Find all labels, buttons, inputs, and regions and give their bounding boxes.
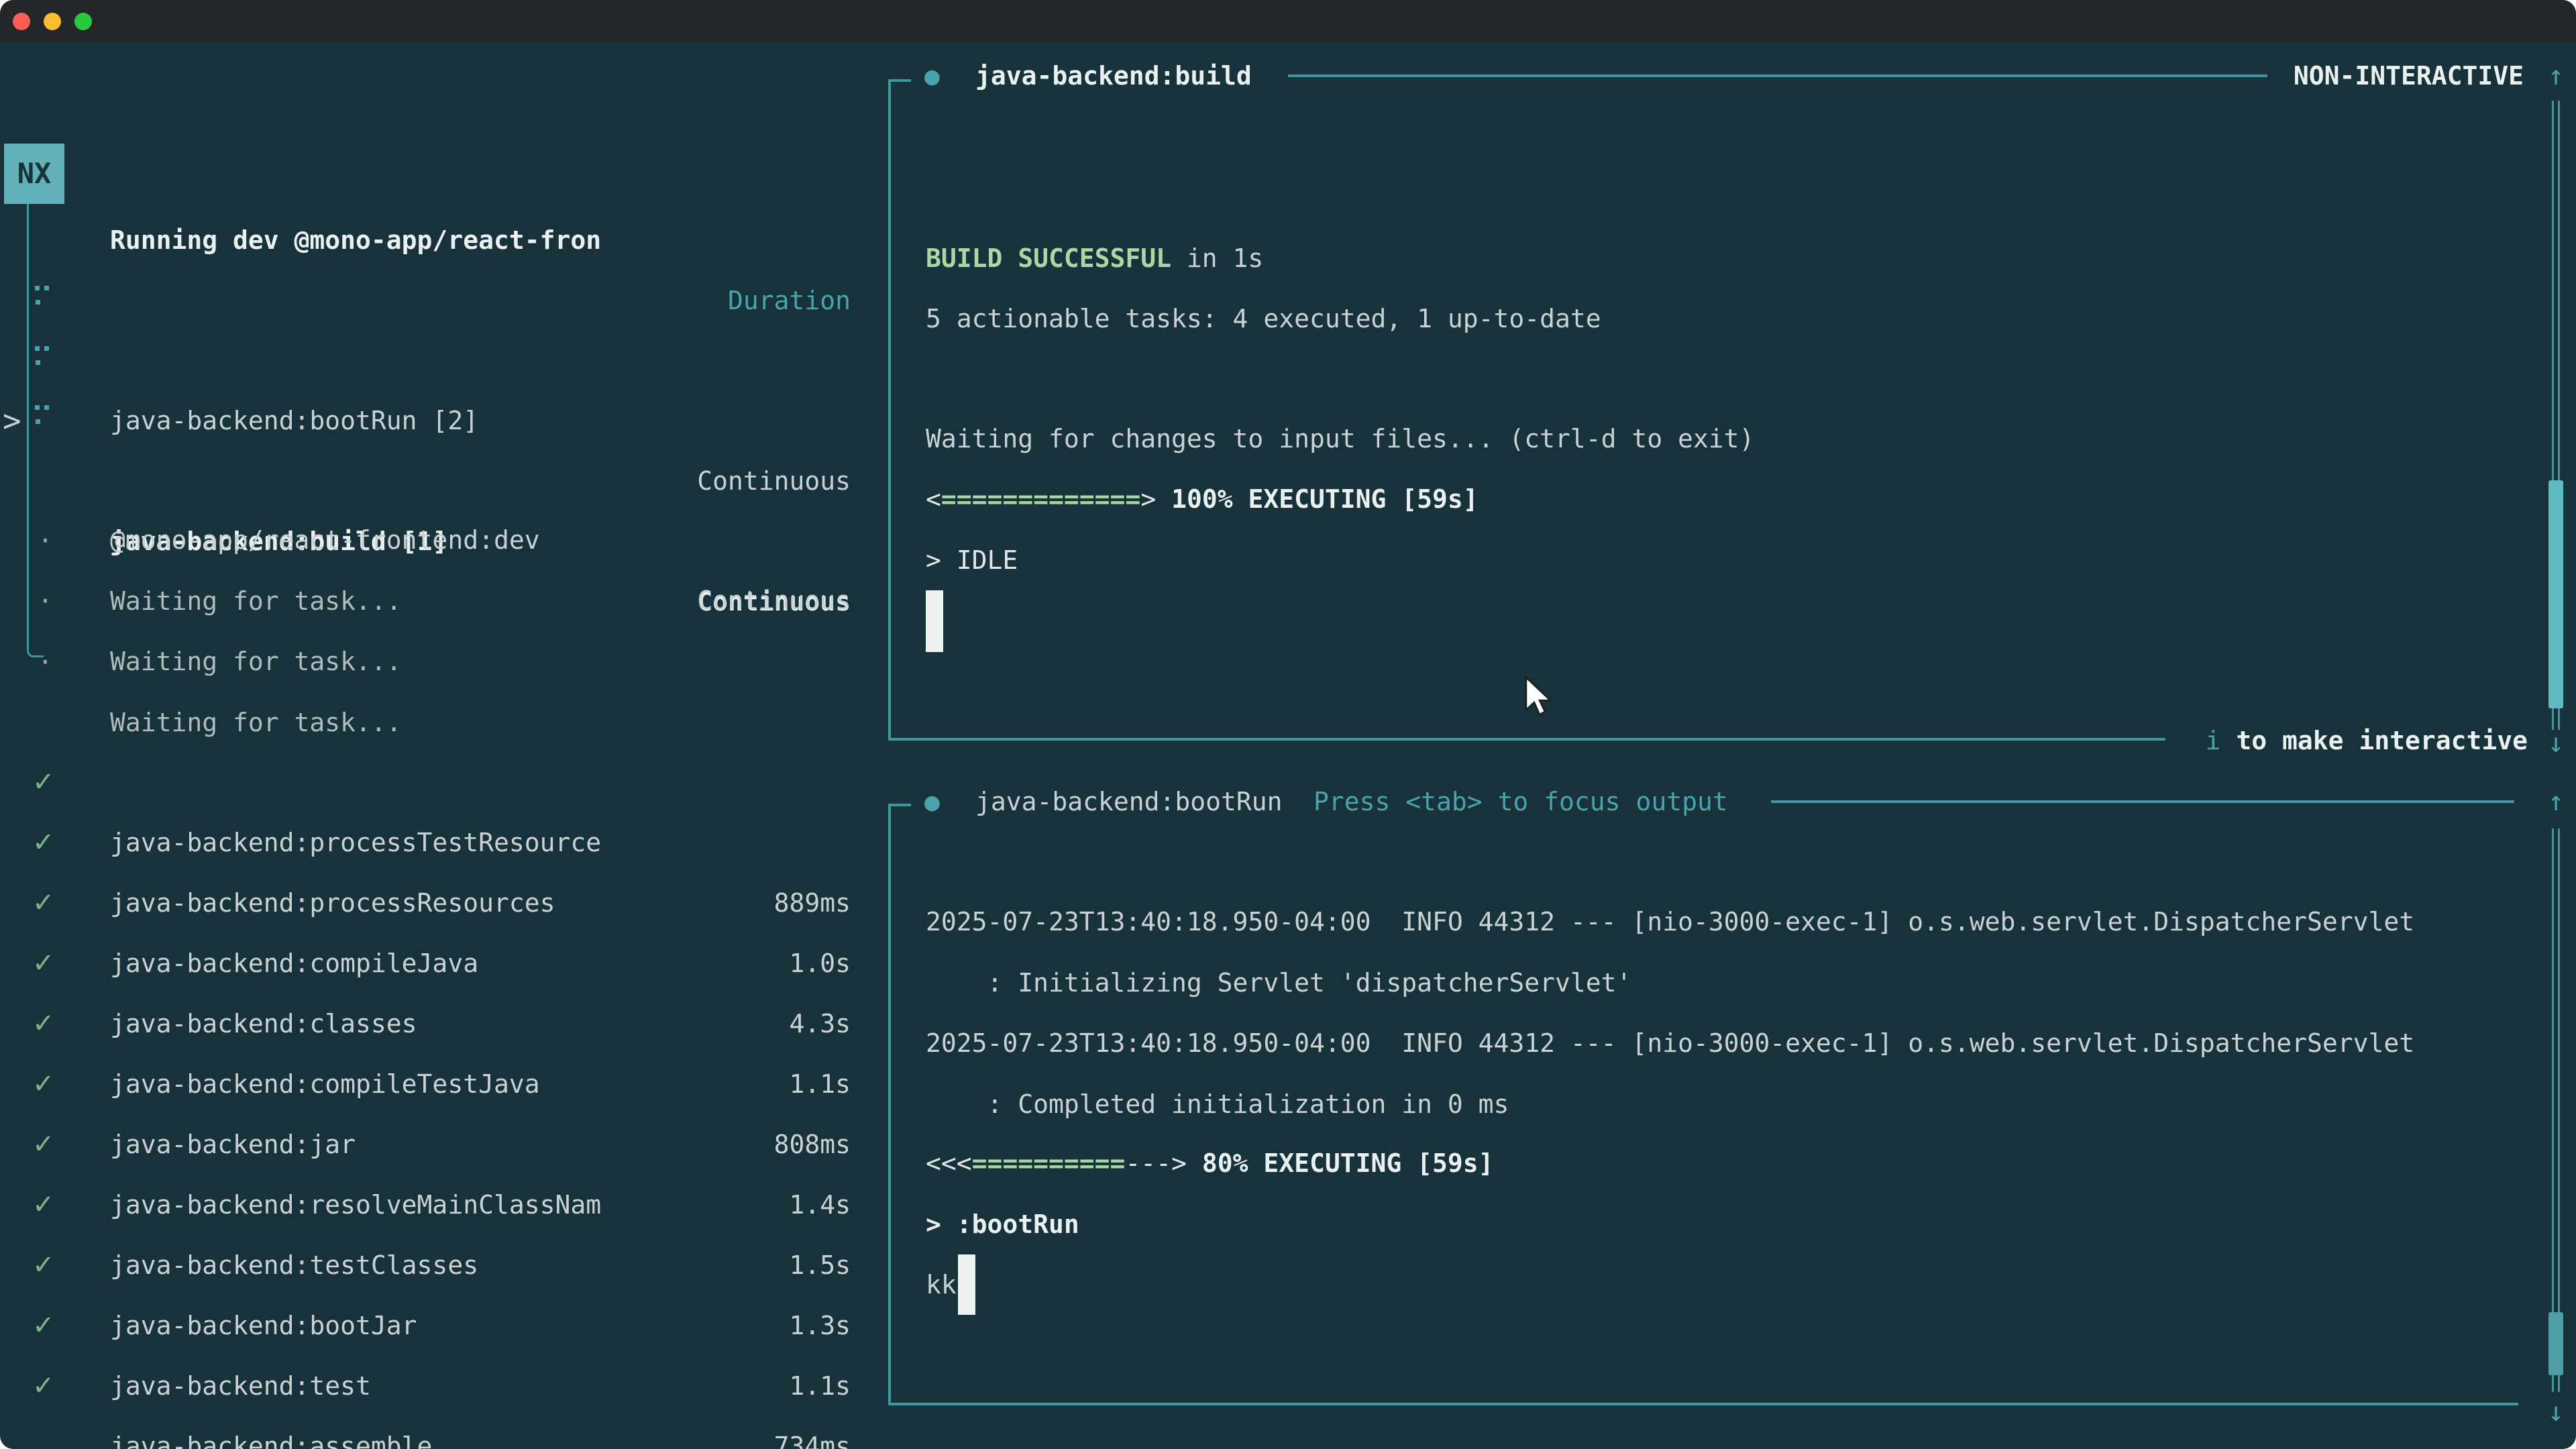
terminal-window: NX Running dev @mono-app/react-fron Dura… (0, 0, 2576, 1449)
bottom-pane-left-border (888, 804, 891, 1405)
bottom-pane-title[interactable]: java-backend:bootRun (975, 771, 1283, 832)
task-row-completed[interactable]: ✓ java-backend:processResources 1.0s (0, 752, 889, 812)
gradle-progress-line: <=============> 100% EXECUTING [59s] (926, 469, 1479, 529)
progress-label: 80% EXECUTING [59s] (1202, 1148, 1494, 1178)
terminal-cursor (958, 1254, 975, 1315)
task-row-running[interactable]: @mono-app/react-frontend:dev Continuous (0, 389, 889, 449)
gradle-progress-line: <<<==========---> 80% EXECUTING [59s] (926, 1133, 1494, 1193)
build-result-line: BUILD SUCCESSFUL in 1s (926, 228, 1263, 288)
top-pane-scrollbar-thumb[interactable] (2548, 480, 2563, 708)
task-list-header: Running dev @mono-app/react-fron Duratio… (0, 150, 889, 210)
mouse-pointer-icon (1524, 676, 1554, 718)
task-list-title: Running dev @mono-app/react-fron (110, 210, 601, 270)
progress-bar-cap: <<< (926, 1148, 972, 1178)
task-row-running-selected[interactable]: > java-backend:build [1] Continuous (0, 330, 889, 390)
bottom-pane-bottom-border (888, 1403, 2518, 1405)
task-row-completed[interactable]: ✓ java-backend:compileJava 4.3s (0, 812, 889, 873)
task-row-completed[interactable]: ✓ java-backend:assemble 774ms (0, 1295, 889, 1356)
task-row-completed[interactable]: ✓ java-backend:classes 1.1s (0, 873, 889, 933)
bottom-pane-border-stub (888, 804, 911, 806)
minimize-button-icon[interactable] (44, 13, 61, 30)
task-row-waiting: · Waiting for task... (0, 511, 889, 571)
top-pane-left-border (888, 79, 891, 741)
task-row-completed[interactable]: ✓ java-backend:jar 1.4s (0, 994, 889, 1054)
task-row-waiting: · Waiting for task... (0, 572, 889, 632)
zoom-button-icon[interactable] (74, 13, 92, 30)
spinner-icon (35, 405, 51, 428)
window-titlebar[interactable] (0, 0, 2576, 42)
typed-input[interactable]: kk (926, 1254, 957, 1315)
interactive-hint: i to make interactive (2206, 710, 2528, 771)
terminal-cursor (926, 590, 943, 652)
task-list-panel: NX Running dev @mono-app/react-fron Dura… (0, 42, 889, 1449)
running-dot-icon: ● (924, 46, 940, 106)
spinner-icon (35, 286, 51, 309)
task-row-completed[interactable]: ✓ java-backend:processTestResource 889ms (0, 692, 889, 752)
top-pane-title-rule (1288, 74, 2267, 77)
scroll-up-arrow-icon[interactable]: ↑ (2540, 46, 2572, 106)
focus-output-hint: Press <tab> to focus output (1313, 771, 1728, 832)
progress-bar-cap: > (1140, 484, 1171, 514)
progress-bar-filled: ============= (941, 484, 1140, 514)
pending-dot-icon: · (38, 632, 53, 692)
log-line: : Initializing Servlet 'dispatcherServle… (926, 953, 1631, 1013)
idle-line: > IDLE (926, 530, 1018, 590)
interactive-hint-text: to make interactive (2220, 726, 2528, 755)
task-list-footer: ← 1/2 → quit: q help: ? (0, 1375, 889, 1435)
log-line: : Completed initialization in 0 ms (926, 1074, 1509, 1134)
progress-bar-cap: < (926, 484, 941, 514)
task-row-completed[interactable]: ✓ java-backend:compileTestJava 808ms (0, 933, 889, 994)
progress-bar-filled: ========== (972, 1148, 1126, 1178)
task-row-completed[interactable]: ✓ java-backend:test 734ms (0, 1235, 889, 1295)
top-pane-border-stub (888, 79, 911, 82)
spinner-icon (35, 346, 51, 369)
waiting-for-changes-line: Waiting for changes to input files... (c… (926, 409, 1754, 469)
interactive-hint-key: i (2206, 726, 2221, 755)
running-dot-icon: ● (924, 771, 940, 832)
scroll-up-arrow-icon[interactable]: ↑ (2540, 771, 2572, 832)
task-row-completed[interactable]: ✓ java-backend:resolveMainClassNam 1.5s (0, 1054, 889, 1114)
log-line: 2025-07-23T13:40:18.950-04:00 INFO 44312… (926, 1013, 2414, 1073)
build-status: BUILD SUCCESSFUL (926, 244, 1171, 273)
pagination: ← 1/2 → (27, 1435, 134, 1449)
progress-bar-cap (1187, 1148, 1202, 1178)
log-line: 2025-07-23T13:40:18.950-04:00 INFO 44312… (926, 892, 2414, 952)
top-pane-mode-badge: NON-INTERACTIVE (2294, 46, 2524, 106)
bottom-pane-title-rule (1771, 800, 2514, 803)
task-row-completed[interactable]: ✓ java-backend:testClasses 1.3s (0, 1114, 889, 1175)
top-pane-title[interactable]: java-backend:build (975, 46, 1252, 106)
progress-label: 100% EXECUTING [59s] (1171, 484, 1479, 514)
bottom-pane-scrollbar-track[interactable] (2552, 828, 2560, 1392)
progress-bar-remaining: ---> (1125, 1148, 1187, 1178)
top-pane-bottom-border (888, 738, 2165, 741)
close-button-icon[interactable] (13, 13, 30, 30)
task-row-completed[interactable]: ✓ java-backend:bootJar 1.1s (0, 1175, 889, 1235)
build-time: in 1s (1171, 244, 1263, 273)
tasks-summary-line: 5 actionable tasks: 4 executed, 1 up-to-… (926, 288, 1601, 349)
waiting-label: Waiting for task... (110, 631, 402, 692)
task-row-running[interactable]: java-backend:bootRun [2] Continuous (0, 270, 889, 330)
gradle-prompt-line: > :bootRun (926, 1194, 1079, 1254)
task-row-waiting: · Waiting for task... (0, 450, 889, 511)
bottom-pane-scrollbar-thumb[interactable] (2548, 1312, 2563, 1375)
